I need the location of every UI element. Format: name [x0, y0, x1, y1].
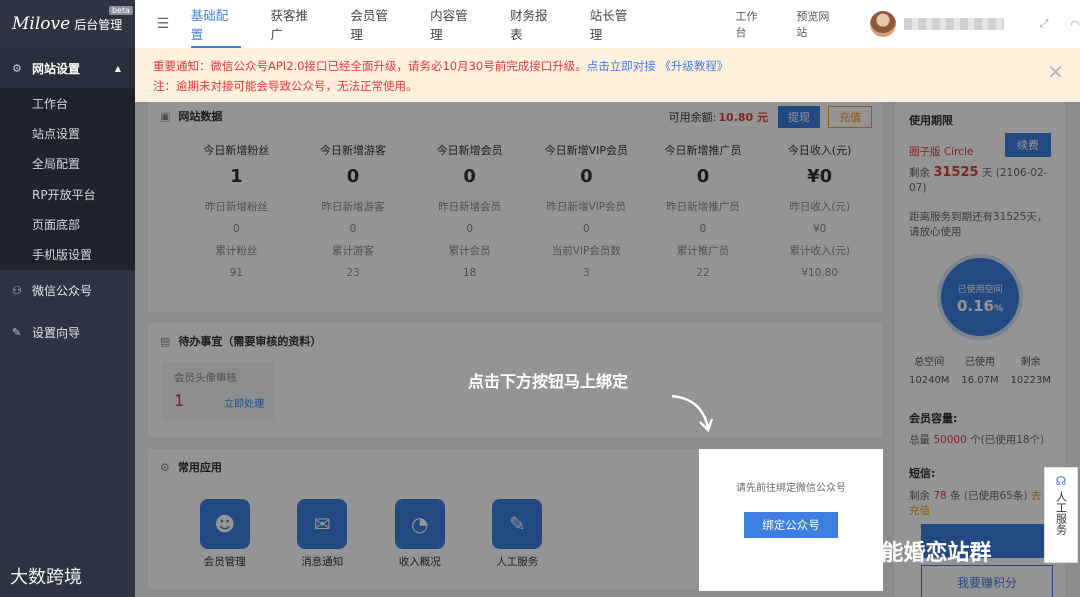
- notice-line-1: 重要通知：微信公众号API2.0接口已经全面升级，请务必10月30号前完成接口升…: [153, 56, 1062, 76]
- upgrade-tutorial-link[interactable]: 点击立即对接 《升级教程》: [587, 59, 729, 73]
- gear-icon: ⚙: [12, 61, 22, 75]
- workbench-link[interactable]: 工作台: [736, 8, 769, 40]
- avatar[interactable]: [870, 11, 897, 37]
- bind-hint: 点击下方按钮马上绑定: [468, 372, 629, 391]
- watermark-left: 大数跨境: [10, 567, 82, 588]
- submenu: 工作台 站点设置 全局配置 RP开放平台 页面底部 手机版设置: [0, 88, 135, 270]
- manual-service-float[interactable]: ☊ 人工服务: [1044, 467, 1078, 563]
- notice-text: 重要通知：微信公众号API2.0接口已经全面升级，请务必10月30号前完成接口升…: [153, 59, 587, 73]
- top-nav: ☰ 基础配置 获客推广 会员管理 内容管理 财务报表 站长管理 工作台 预览网站…: [135, 0, 1080, 48]
- wechat-icon: ⚇: [12, 284, 22, 298]
- sidebar-item-global-config[interactable]: 全局配置: [0, 149, 135, 179]
- fullscreen-icon[interactable]: ⤢: [1040, 17, 1049, 31]
- menu-group-label: 微信公众号: [32, 284, 93, 299]
- tab-content[interactable]: 内容管理: [430, 0, 480, 48]
- headset-icon: ☊: [1055, 474, 1067, 488]
- tab-admin[interactable]: 站长管理: [590, 0, 640, 48]
- menu-group-setup-wizard[interactable]: ✎ 设置向导: [0, 311, 135, 354]
- edit-icon: ✎: [12, 326, 22, 340]
- logo[interactable]: Milove 后台管理 beta: [0, 0, 135, 48]
- menu-group-label: 设置向导: [32, 326, 81, 341]
- headset-icon[interactable]: ◠: [1070, 18, 1080, 31]
- tab-members[interactable]: 会员管理: [350, 0, 400, 48]
- logo-script: Milove: [12, 14, 71, 34]
- tab-finance[interactable]: 财务报表: [510, 0, 560, 48]
- menu-group-site-settings[interactable]: ⚙ 网站设置 ▲: [0, 48, 135, 88]
- close-icon[interactable]: ✕: [1047, 62, 1064, 82]
- sidebar-item-rp-platform[interactable]: RP开放平台: [0, 179, 135, 209]
- sidebar-item-workbench[interactable]: 工作台: [0, 88, 135, 118]
- logo-admin-label: 后台管理: [74, 17, 123, 32]
- menu-toggle-icon[interactable]: ☰: [135, 16, 191, 32]
- caret-up-icon: ▲: [114, 63, 121, 73]
- watermark-right-text: @ESNS智能婚恋站群: [772, 541, 992, 566]
- tab-acquisition[interactable]: 获客推广: [271, 0, 321, 48]
- arrow-icon: [671, 394, 714, 433]
- tab-basic-config[interactable]: 基础配置: [190, 0, 241, 48]
- wechat-icon: ✿: [752, 546, 765, 564]
- notice-line-2: 注：逾期未对接可能会导致公众号，无法正常使用。: [153, 79, 418, 93]
- watermark-right: ✿ @ESNS智能婚恋站群: [752, 535, 991, 567]
- upgrade-notice: 重要通知：微信公众号API2.0接口已经全面升级，请务必10月30号前完成接口升…: [135, 48, 1080, 102]
- username-blurred[interactable]: [904, 18, 1004, 30]
- sidebar-item-page-footer[interactable]: 页面底部: [0, 209, 135, 239]
- sidebar-item-site-settings[interactable]: 站点设置: [0, 118, 135, 148]
- sidebar-item-mobile-settings[interactable]: 手机版设置: [0, 239, 135, 269]
- bind-wechat-modal: 请先前往绑定微信公众号 绑定公众号: [699, 449, 883, 591]
- modal-backdrop[interactable]: [135, 102, 1080, 597]
- beta-badge: beta: [108, 6, 133, 15]
- service-float-label: 人工服务: [1054, 491, 1068, 535]
- preview-site-link[interactable]: 预览网站: [796, 8, 840, 40]
- sidebar: Milove 后台管理 beta ⚙ 网站设置 ▲ 工作台 站点设置 全局配置 …: [0, 0, 135, 597]
- menu-group-label: 网站设置: [32, 61, 81, 76]
- modal-message: 请先前往绑定微信公众号: [736, 483, 846, 494]
- menu-group-wechat[interactable]: ⚇ 微信公众号: [0, 269, 135, 312]
